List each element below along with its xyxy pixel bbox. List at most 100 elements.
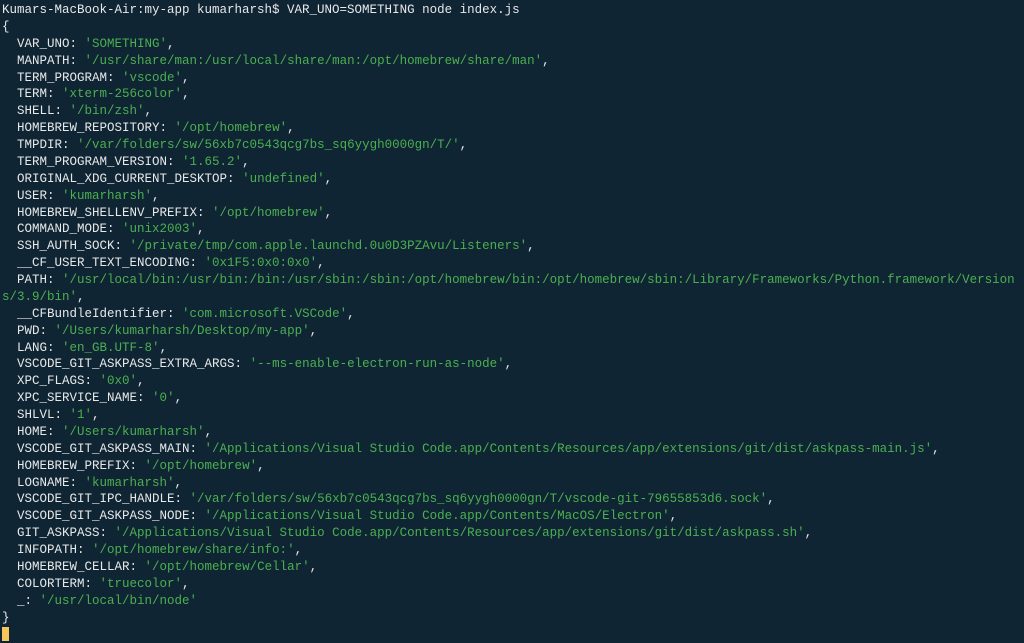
- env-line: SHELL: '/bin/zsh',: [2, 103, 1024, 120]
- env-key: LOGNAME: [17, 476, 70, 490]
- env-line: LANG: 'en_GB.UTF-8',: [2, 340, 1024, 357]
- close-brace: }: [2, 610, 1024, 627]
- env-line: PATH: '/usr/local/bin:/usr/bin:/bin:/usr…: [2, 272, 1024, 306]
- env-key: VSCODE_GIT_ASKPASS_EXTRA_ARGS: [17, 357, 235, 371]
- env-key: COMMAND_MODE: [17, 222, 107, 236]
- env-key: HOMEBREW_CELLAR: [17, 560, 130, 574]
- env-value: '0x0': [100, 374, 138, 388]
- terminal-output[interactable]: Kumars-MacBook-Air:my-app kumarharsh$ VA…: [2, 2, 1024, 643]
- env-line: HOMEBREW_SHELLENV_PREFIX: '/opt/homebrew…: [2, 205, 1024, 222]
- env-line: HOMEBREW_PREFIX: '/opt/homebrew',: [2, 458, 1024, 475]
- command-prompt: Kumars-MacBook-Air:my-app kumarharsh$ VA…: [2, 2, 1024, 19]
- env-line: __CFBundleIdentifier: 'com.microsoft.VSC…: [2, 306, 1024, 323]
- env-key: GIT_ASKPASS: [17, 526, 100, 540]
- env-key: PWD: [17, 324, 40, 338]
- env-line: VSCODE_GIT_ASKPASS_NODE: '/Applications/…: [2, 508, 1024, 525]
- env-value: 'vscode': [122, 71, 182, 85]
- env-value: '/opt/homebrew': [145, 459, 258, 473]
- env-value: '/Users/kumarharsh': [62, 425, 205, 439]
- env-line: VAR_UNO: 'SOMETHING',: [2, 36, 1024, 53]
- env-value: 'SOMETHING': [85, 37, 168, 51]
- env-value: '/opt/homebrew/share/info:': [92, 543, 295, 557]
- env-line: LOGNAME: 'kumarharsh',: [2, 475, 1024, 492]
- env-value: '/Applications/Visual Studio Code.app/Co…: [205, 509, 670, 523]
- env-key: VSCODE_GIT_ASKPASS_NODE: [17, 509, 190, 523]
- env-line: HOMEBREW_REPOSITORY: '/opt/homebrew',: [2, 120, 1024, 137]
- env-key: VSCODE_GIT_IPC_HANDLE: [17, 492, 175, 506]
- env-key: SSH_AUTH_SOCK: [17, 239, 115, 253]
- env-key: XPC_SERVICE_NAME: [17, 391, 137, 405]
- env-line: VSCODE_GIT_ASKPASS_EXTRA_ARGS: '--ms-ena…: [2, 356, 1024, 373]
- env-value: '/Users/kumarharsh/Desktop/my-app': [55, 324, 310, 338]
- env-line: COMMAND_MODE: 'unix2003',: [2, 221, 1024, 238]
- env-key: USER: [17, 189, 47, 203]
- env-key: SHLVL: [17, 408, 55, 422]
- env-value: '/private/tmp/com.apple.launchd.0u0D3PZA…: [130, 239, 528, 253]
- env-line: USER: 'kumarharsh',: [2, 188, 1024, 205]
- env-value: '--ms-enable-electron-run-as-node': [250, 357, 505, 371]
- env-value: '1': [70, 408, 93, 422]
- env-value: '/opt/homebrew': [212, 206, 325, 220]
- env-key: VAR_UNO: [17, 37, 70, 51]
- env-value: '0': [152, 391, 175, 405]
- env-line: _: '/usr/local/bin/node': [2, 593, 1024, 610]
- env-key: MANPATH: [17, 54, 70, 68]
- env-line: INFOPATH: '/opt/homebrew/share/info:',: [2, 542, 1024, 559]
- env-line: TERM_PROGRAM: 'vscode',: [2, 70, 1024, 87]
- env-line: COLORTERM: 'truecolor',: [2, 576, 1024, 593]
- env-key: PATH: [17, 273, 47, 287]
- env-value: 'unix2003': [122, 222, 197, 236]
- env-key: TERM_PROGRAM: [17, 71, 107, 85]
- env-value: '/Applications/Visual Studio Code.app/Co…: [205, 442, 933, 456]
- env-key: COLORTERM: [17, 577, 85, 591]
- env-line: XPC_FLAGS: '0x0',: [2, 373, 1024, 390]
- env-key: __CFBundleIdentifier: [17, 307, 167, 321]
- env-object-body: VAR_UNO: 'SOMETHING', MANPATH: '/usr/sha…: [2, 36, 1024, 610]
- env-key: TERM: [17, 87, 47, 101]
- env-value: '/bin/zsh': [70, 104, 145, 118]
- env-value: '/usr/local/bin/node': [40, 594, 198, 608]
- env-value: 'kumarharsh': [62, 189, 152, 203]
- env-value: 'xterm-256color': [62, 87, 182, 101]
- env-key: ORIGINAL_XDG_CURRENT_DESKTOP: [17, 172, 227, 186]
- env-value: 'en_GB.UTF-8': [62, 341, 160, 355]
- env-line: MANPATH: '/usr/share/man:/usr/local/shar…: [2, 53, 1024, 70]
- env-line: VSCODE_GIT_IPC_HANDLE: '/var/folders/sw/…: [2, 491, 1024, 508]
- env-value: 'com.microsoft.VSCode': [182, 307, 347, 321]
- open-brace: {: [2, 19, 1024, 36]
- env-line: SHLVL: '1',: [2, 407, 1024, 424]
- env-key: INFOPATH: [17, 543, 77, 557]
- env-value: '/opt/homebrew': [175, 121, 288, 135]
- env-line: TERM_PROGRAM_VERSION: '1.65.2',: [2, 154, 1024, 171]
- env-line: TMPDIR: '/var/folders/sw/56xb7c0543qcg7b…: [2, 137, 1024, 154]
- env-key: TERM_PROGRAM_VERSION: [17, 155, 167, 169]
- env-line: TERM: 'xterm-256color',: [2, 86, 1024, 103]
- env-line: __CF_USER_TEXT_ENCODING: '0x1F5:0x0:0x0'…: [2, 255, 1024, 272]
- env-value: 'kumarharsh': [85, 476, 175, 490]
- env-value: 'truecolor': [100, 577, 183, 591]
- env-value: '/var/folders/sw/56xb7c0543qcg7bs_sq6yyg…: [77, 138, 460, 152]
- env-key: HOMEBREW_PREFIX: [17, 459, 130, 473]
- env-key: SHELL: [17, 104, 55, 118]
- env-key: HOMEBREW_SHELLENV_PREFIX: [17, 206, 197, 220]
- env-line: VSCODE_GIT_ASKPASS_MAIN: '/Applications/…: [2, 441, 1024, 458]
- env-value: '/Applications/Visual Studio Code.app/Co…: [115, 526, 805, 540]
- env-key: LANG: [17, 341, 47, 355]
- env-value: 'undefined': [242, 172, 325, 186]
- env-line: GIT_ASKPASS: '/Applications/Visual Studi…: [2, 525, 1024, 542]
- env-value: '/opt/homebrew/Cellar': [145, 560, 310, 574]
- env-key: _: [17, 594, 25, 608]
- env-key: __CF_USER_TEXT_ENCODING: [17, 256, 190, 270]
- env-line: PWD: '/Users/kumarharsh/Desktop/my-app',: [2, 323, 1024, 340]
- env-key: VSCODE_GIT_ASKPASS_MAIN: [17, 442, 190, 456]
- env-value: '1.65.2': [182, 155, 242, 169]
- env-line: HOME: '/Users/kumarharsh',: [2, 424, 1024, 441]
- env-key: TMPDIR: [17, 138, 62, 152]
- env-line: SSH_AUTH_SOCK: '/private/tmp/com.apple.l…: [2, 238, 1024, 255]
- env-key: HOME: [17, 425, 47, 439]
- env-value: '0x1F5:0x0:0x0': [205, 256, 318, 270]
- env-key: XPC_FLAGS: [17, 374, 85, 388]
- cursor-icon: [2, 627, 9, 641]
- env-key: HOMEBREW_REPOSITORY: [17, 121, 160, 135]
- env-value: '/usr/share/man:/usr/local/share/man:/op…: [85, 54, 543, 68]
